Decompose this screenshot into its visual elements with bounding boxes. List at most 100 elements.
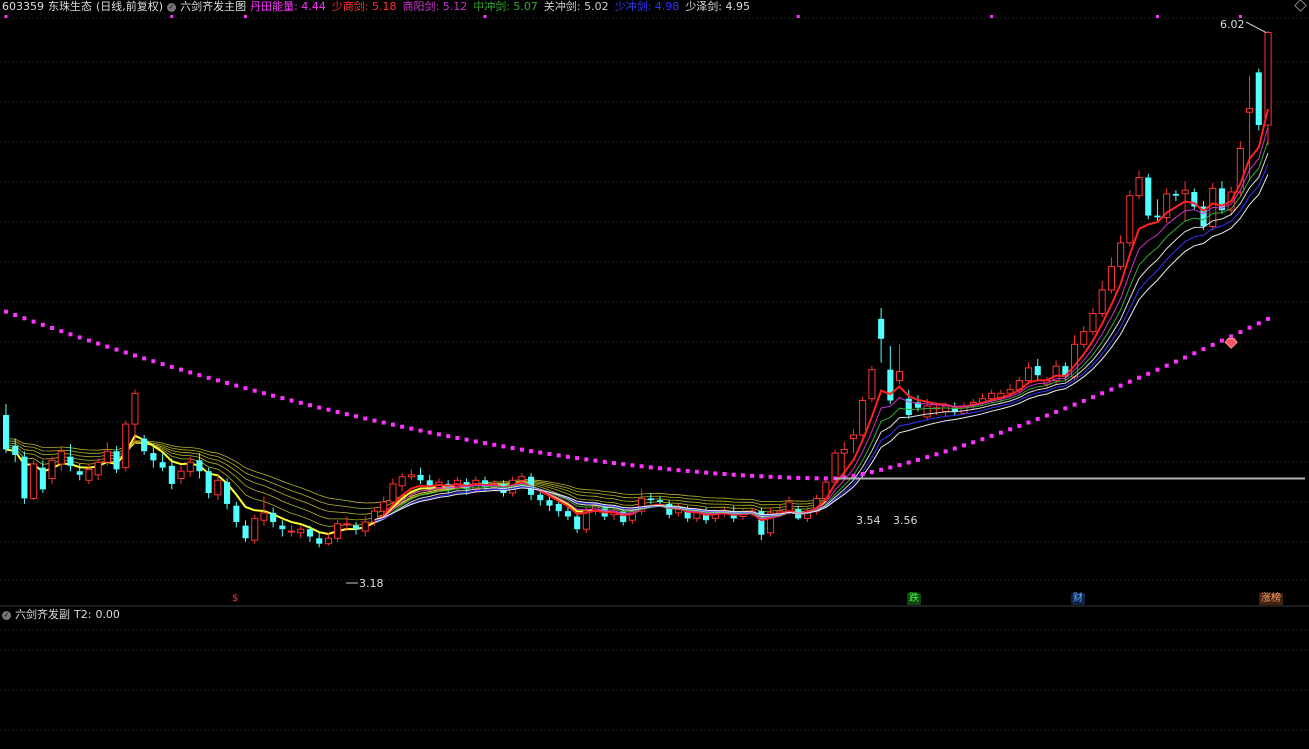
candle-19	[177, 465, 185, 484]
level-label-a: 3.54	[856, 514, 881, 527]
candle-31	[288, 525, 296, 537]
high-pointer	[1245, 21, 1267, 33]
candle-11	[103, 442, 111, 466]
energy-dot-1	[13, 313, 18, 317]
energy-dot-111	[1026, 420, 1031, 425]
energy-dot-124	[1146, 371, 1151, 376]
candle-87	[803, 507, 812, 522]
candle-25	[233, 502, 240, 528]
energy-dot-41	[381, 420, 386, 425]
top-dot-1	[170, 15, 174, 18]
energy-dot-108	[998, 430, 1003, 435]
energy-dot-118	[1091, 395, 1095, 400]
candle-43	[398, 473, 406, 492]
energy-dot-102	[943, 449, 948, 454]
energy-dot-36	[335, 410, 340, 414]
low-price-label: 3.18	[359, 577, 384, 590]
energy-dot-126	[1164, 363, 1169, 368]
energy-dot-92	[851, 473, 856, 478]
energy-dot-54	[501, 444, 506, 449]
candle-94	[868, 366, 876, 403]
energy-dot-55	[510, 446, 515, 450]
metric-3: 中冲剑: 5.07	[473, 0, 538, 13]
energy-dot-57	[529, 449, 534, 454]
energy-dot-110	[1017, 423, 1022, 428]
energy-dot-99	[916, 457, 920, 462]
energy-dot-34	[317, 405, 322, 410]
candle-118	[1089, 308, 1097, 336]
energy-dot-8	[77, 335, 82, 340]
energy-dot-11	[105, 344, 110, 349]
candle-5	[48, 456, 56, 484]
candle-10	[94, 458, 102, 481]
energy-dot-39	[363, 416, 368, 421]
sub-metric-label: T2:	[74, 608, 92, 621]
candle-61	[564, 507, 571, 521]
sub-indicator-toggle-icon[interactable]: ✓	[2, 610, 11, 620]
metric-6: 少泽剑: 4.95	[685, 0, 751, 13]
sword-line-4	[374, 163, 1269, 522]
energy-dot-53	[492, 442, 497, 447]
indicator-toggle-icon[interactable]: ✓	[167, 2, 177, 12]
energy-dot-79	[731, 472, 736, 477]
sub-metric-value: 0.00	[95, 608, 120, 621]
energy-dot-104	[962, 443, 966, 448]
energy-dot-68	[630, 463, 635, 468]
candle-13	[122, 420, 130, 472]
energy-dot-23	[215, 378, 220, 383]
energy-dot-137	[1266, 316, 1270, 321]
energy-dot-12	[114, 347, 119, 352]
energy-dot-85	[787, 475, 791, 480]
candle-93	[859, 396, 867, 437]
energy-dot-62	[575, 456, 580, 461]
high-price-label: 6.02	[1220, 18, 1245, 31]
energy-dot-122	[1127, 379, 1132, 384]
energy-dot-32	[298, 400, 303, 405]
energy-dot-121	[1118, 383, 1123, 388]
energy-dot-136	[1256, 321, 1261, 326]
energy-dot-18	[169, 364, 174, 369]
energy-dot-51	[473, 439, 478, 444]
candle-112	[1034, 358, 1041, 381]
indicator-name: 六剑齐发主图	[180, 0, 247, 13]
energy-dot-71	[658, 466, 662, 471]
energy-dot-33	[308, 403, 312, 408]
energy-dot-14	[133, 353, 137, 358]
stock-code: 603359	[2, 0, 44, 13]
marker-limit-up: 涨榜	[1259, 593, 1283, 605]
candle-136	[1255, 68, 1262, 131]
top-dot-5	[990, 15, 994, 18]
candlestick-chart[interactable]	[0, 0, 1309, 749]
energy-dot-22	[206, 375, 211, 380]
energy-dot-119	[1100, 391, 1105, 396]
energy-dot-37	[344, 412, 349, 417]
energy-dot-24	[225, 381, 230, 385]
energy-dot-96	[888, 465, 893, 470]
energy-dot-74	[685, 469, 690, 473]
energy-dot-38	[354, 414, 358, 419]
candle-126	[1163, 188, 1171, 223]
energy-dot-128	[1183, 355, 1188, 360]
candle-132	[1218, 181, 1225, 214]
candle-119	[1098, 280, 1106, 318]
candle-124	[1145, 173, 1152, 220]
sword-line-5	[374, 174, 1269, 520]
period-label: (日线,前复权)	[96, 0, 164, 13]
marker-wealth: 财	[1071, 593, 1085, 605]
candle-114	[1052, 360, 1060, 385]
candle-34	[316, 532, 323, 548]
candle-96	[887, 346, 894, 405]
energy-dot-3	[31, 319, 36, 324]
energy-dot-93	[860, 472, 865, 476]
energy-dot-101	[934, 452, 939, 457]
energy-dot-113	[1044, 413, 1049, 418]
sword-line-3	[374, 152, 1269, 523]
energy-dot-44	[409, 426, 414, 431]
energy-dot-46	[427, 430, 432, 435]
energy-dot-105	[971, 440, 976, 445]
candle-26	[242, 520, 249, 542]
candle-4	[39, 460, 46, 493]
energy-dot-129	[1192, 351, 1197, 356]
candle-38	[353, 521, 360, 535]
candle-32	[297, 525, 305, 539]
